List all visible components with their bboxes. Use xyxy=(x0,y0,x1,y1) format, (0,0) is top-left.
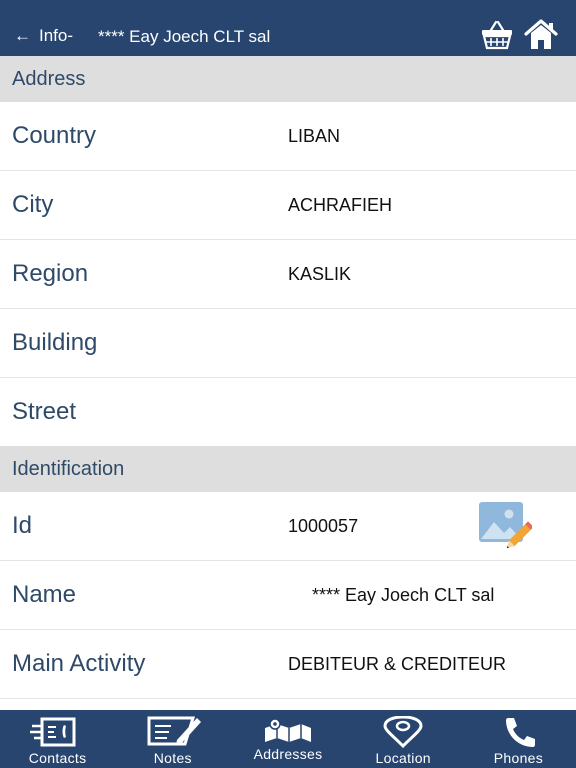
tab-label: Addresses xyxy=(253,746,323,762)
row-value: KASLIK xyxy=(288,263,352,284)
tab-label: Notes xyxy=(153,750,192,766)
section-header-address: Address xyxy=(0,56,576,102)
row-label: Region xyxy=(12,260,89,287)
tab-addresses[interactable]: Addresses xyxy=(230,710,345,768)
home-icon[interactable] xyxy=(524,18,558,50)
section-header-identification: Identification xyxy=(0,446,576,492)
tab-label: Phones xyxy=(493,750,544,766)
row-value: **** Eay Joech CLT sal xyxy=(312,584,495,605)
row-region: Region KASLIK xyxy=(0,240,576,309)
tab-label: Location xyxy=(375,750,431,766)
edit-photo-icon[interactable] xyxy=(478,501,532,553)
row-value: DEBITEUR & CREDITEUR xyxy=(288,653,507,674)
tab-phones[interactable]: Phones xyxy=(461,710,576,768)
row-label: Name xyxy=(12,581,77,608)
tab-notes[interactable]: Notes xyxy=(115,710,230,768)
tab-location[interactable]: Location xyxy=(346,710,461,768)
back-button[interactable]: ← Info- xyxy=(14,26,73,46)
tab-label: Contacts xyxy=(28,750,87,766)
contacts-icon xyxy=(29,717,76,747)
row-label: Building xyxy=(12,329,98,356)
row-value: LIBAN xyxy=(288,125,341,146)
phone-icon xyxy=(506,718,536,747)
tab-contacts[interactable]: Contacts xyxy=(0,710,115,768)
row-label: City xyxy=(12,191,54,218)
location-pin-icon xyxy=(383,716,423,748)
row-street: Street xyxy=(0,378,576,447)
basket-icon[interactable] xyxy=(480,18,514,50)
row-name: Name **** Eay Joech CLT sal xyxy=(0,561,576,630)
top-bar: ← Info- **** Eay Joech CLT sal xyxy=(0,0,576,56)
row-value: ACHRAFIEH xyxy=(288,194,393,215)
row-value: 1000057 xyxy=(288,515,359,536)
row-country: Country LIBAN xyxy=(0,102,576,171)
back-label: Info- xyxy=(39,26,74,45)
notes-icon xyxy=(147,716,201,746)
addresses-map-icon xyxy=(265,718,311,742)
row-label: Street xyxy=(12,398,77,425)
row-building: Building xyxy=(0,309,576,378)
row-main-activity: Main Activity DEBITEUR & CREDITEUR xyxy=(0,630,576,699)
row-label: Country xyxy=(12,122,97,149)
row-label: Id xyxy=(12,512,33,539)
page-title: **** Eay Joech CLT sal xyxy=(98,27,271,46)
bottom-tab-bar: Contacts Notes Addresses Location Phones xyxy=(0,710,576,768)
row-label: Main Activity xyxy=(12,650,146,677)
back-arrow-icon: ← xyxy=(14,26,31,45)
row-city: City ACHRAFIEH xyxy=(0,171,576,240)
